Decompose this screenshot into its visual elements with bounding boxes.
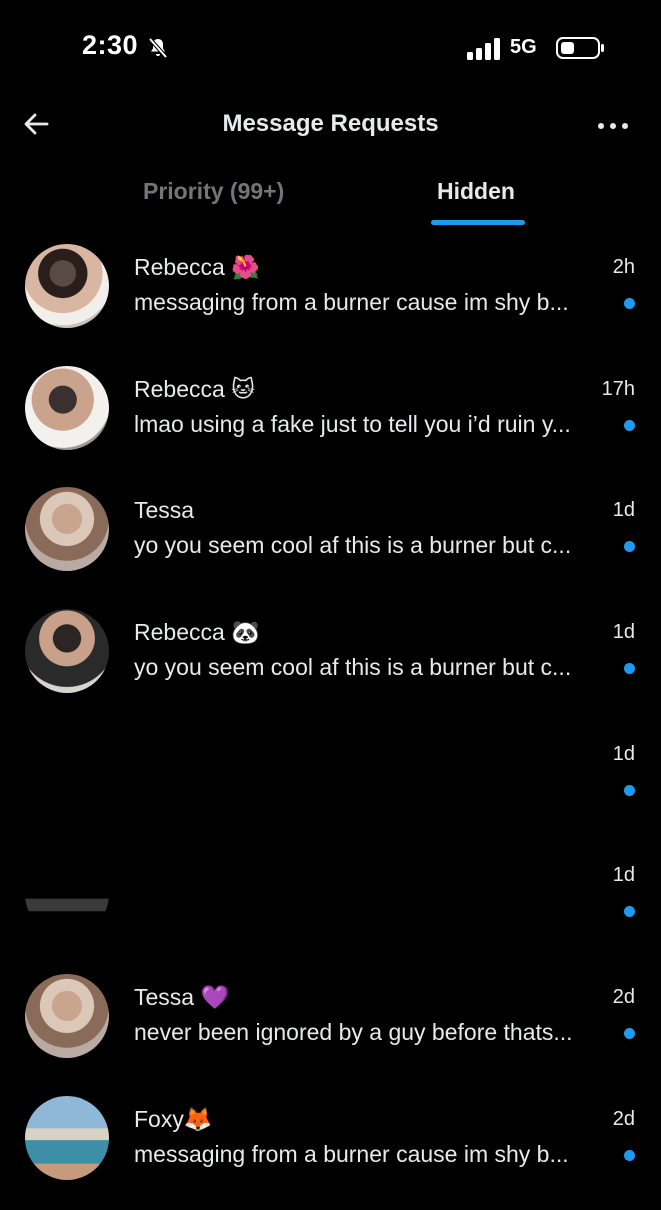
message-preview: yo you seem cool af this is a burner but…	[134, 532, 572, 559]
unread-dot-icon	[624, 298, 635, 309]
unread-dot-icon	[624, 419, 635, 431]
page-title: Message Requests	[222, 110, 439, 137]
sender-name: Tessa 💜	[134, 984, 230, 1011]
message-request-item[interactable]: Foxy🦊 2d messaging from a burner cause i…	[0, 1088, 661, 1210]
tab-hidden[interactable]: Hidden	[437, 178, 515, 205]
battery-icon	[556, 36, 606, 60]
unread-dot-icon	[624, 1149, 635, 1161]
header: Message Requests	[0, 96, 661, 156]
more-dots-icon	[597, 117, 629, 135]
tab-priority[interactable]: Priority (99+)	[143, 178, 284, 205]
message-request-item[interactable]: Tessa 💜 2d never been ignored by a guy b…	[0, 966, 661, 1088]
message-preview: never been ignored by a guy before thats…	[134, 1019, 573, 1046]
unread-dot-icon	[624, 541, 635, 553]
message-time: 2d	[612, 986, 635, 1009]
status-time: 2:30	[82, 30, 139, 60]
sender-name: Rebecca 🌺	[134, 254, 260, 280]
avatar[interactable]	[25, 609, 109, 694]
signal-icon	[466, 38, 500, 60]
sender-name: Foxy🦊	[134, 1105, 213, 1132]
message-time: 17h	[601, 377, 635, 400]
more-options-button[interactable]	[590, 108, 636, 144]
message-request-item[interactable]: Rebecca 🐱 17h lmao using a fake just to …	[0, 358, 661, 480]
unread-dot-icon	[624, 906, 635, 918]
message-time: 1d	[612, 499, 635, 522]
avatar[interactable]	[25, 365, 109, 450]
sender-name: Rebecca 🐱	[134, 375, 256, 402]
tab-bar: Priority (99+) Hidden	[0, 160, 661, 230]
avatar[interactable]	[25, 974, 109, 1059]
message-time: 1d	[612, 621, 635, 644]
unread-dot-icon	[624, 1028, 635, 1040]
message-time: 2d	[612, 1107, 635, 1130]
redaction-blackout	[110, 722, 610, 844]
sender-name: Tessa	[134, 497, 195, 524]
sender-name: Rebecca 🐼	[134, 619, 260, 646]
message-request-item[interactable]: Rebecca 🐼 1d yo you seem cool af this is…	[0, 601, 661, 723]
message-preview: lmao using a fake just to tell you i’d r…	[134, 410, 571, 437]
avatar[interactable]	[25, 487, 109, 572]
redaction-blackout	[110, 844, 610, 966]
message-request-list: Rebecca 🌺 2h messaging from a burner cau…	[0, 236, 661, 1210]
message-request-item[interactable]: Tessa 1d yo you seem cool af this is a b…	[0, 479, 661, 601]
message-preview: yo you seem cool af this is a burner but…	[134, 654, 572, 681]
message-time: 1d	[612, 742, 635, 765]
network-label: 5G	[510, 36, 537, 58]
unread-dot-icon	[624, 784, 635, 796]
message-request-item-redacted[interactable]: 1d	[0, 722, 661, 845]
message-preview: messaging from a burner cause im shy b..…	[134, 289, 569, 315]
avatar-redacted[interactable]	[25, 730, 109, 815]
message-time: 1d	[612, 864, 635, 887]
avatar[interactable]	[25, 244, 109, 328]
status-bar: 2:30 5G	[0, 0, 661, 90]
unread-dot-icon	[624, 663, 635, 675]
message-preview: messaging from a burner cause im shy b..…	[134, 1140, 569, 1167]
message-time: 2h	[612, 256, 635, 278]
bell-off-icon	[146, 36, 170, 60]
active-tab-indicator	[431, 220, 525, 225]
message-request-item[interactable]: Rebecca 🌺 2h messaging from a burner cau…	[0, 236, 661, 358]
message-request-item-redacted[interactable]: 1d	[0, 844, 661, 966]
avatar-redacted[interactable]	[25, 852, 109, 937]
avatar[interactable]	[25, 1095, 109, 1180]
